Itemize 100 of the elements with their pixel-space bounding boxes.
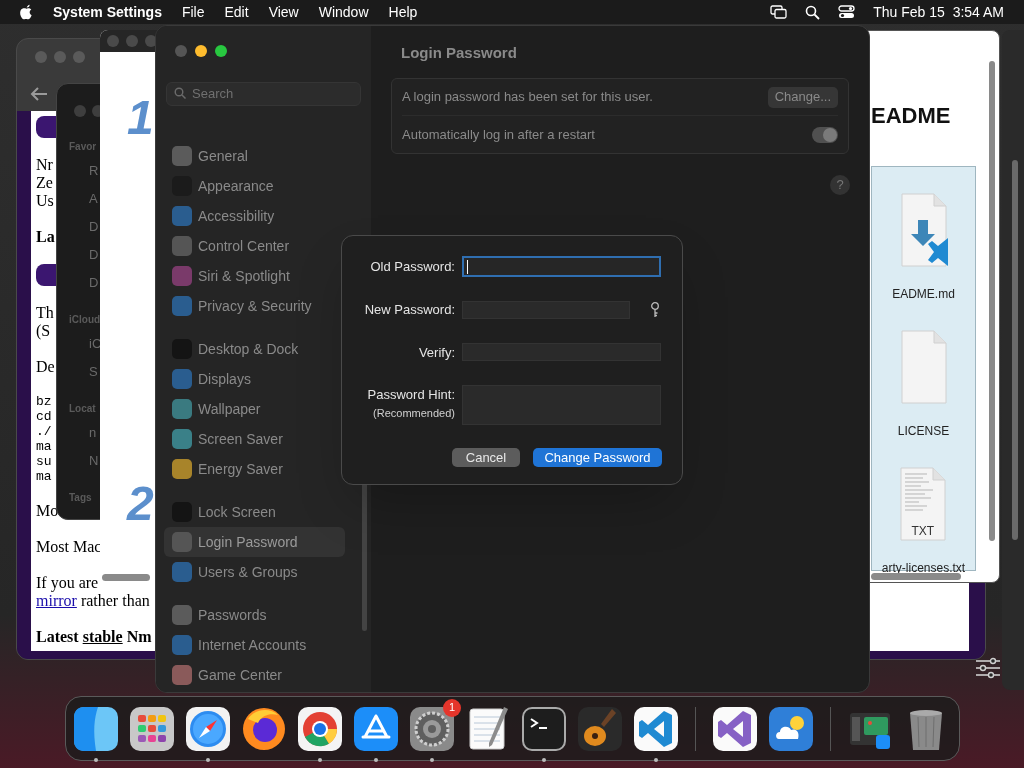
- code-line: ./: [36, 424, 52, 439]
- file-type-label: TXT: [911, 523, 935, 540]
- body-text: De: [36, 358, 55, 376]
- heading-text: La: [36, 228, 55, 246]
- page-title: Login Password: [401, 43, 517, 63]
- body-text: Mo: [36, 502, 59, 520]
- menu-item[interactable]: File: [181, 1, 205, 23]
- split-tile-icon[interactable]: [72, 704, 120, 753]
- sidebar-item[interactable]: D: [89, 269, 99, 297]
- sidebar-item[interactable]: Privacy & Security: [164, 291, 345, 321]
- text-caret: [467, 259, 468, 274]
- body-text: Us: [36, 192, 54, 210]
- menu-item[interactable]: Window: [318, 1, 369, 23]
- change-button[interactable]: Change...: [767, 86, 838, 108]
- sidebar-item[interactable]: Game Center: [164, 660, 345, 690]
- apple-icon[interactable]: [19, 4, 33, 20]
- cancel-button[interactable]: Cancel: [452, 448, 520, 467]
- body-text: Nr: [36, 156, 53, 174]
- sidebar-item[interactable]: Passwords: [164, 600, 345, 630]
- section-header: Tags: [69, 491, 92, 505]
- scrollbar[interactable]: [989, 61, 995, 541]
- compass-icon[interactable]: [184, 704, 232, 753]
- file-name[interactable]: EADME.md: [892, 287, 955, 301]
- sidebar-item[interactable]: D: [89, 241, 99, 269]
- back-arrow-icon[interactable]: [30, 86, 48, 102]
- code-icon[interactable]: [711, 704, 759, 753]
- field-sublabel: (Recommended): [373, 405, 455, 421]
- sidebar-item[interactable]: iC: [89, 330, 102, 358]
- code-line: su: [36, 454, 52, 469]
- code-line: bz: [36, 394, 52, 409]
- step-number: 1: [127, 92, 154, 144]
- sidebar-item[interactable]: Control Center: [164, 231, 345, 261]
- code-line: ma: [36, 469, 52, 484]
- window-control-button[interactable]: [215, 45, 227, 57]
- sidebar-item[interactable]: Energy Saver: [164, 454, 345, 484]
- heading-text: Latest stable Nm: [36, 628, 152, 646]
- app-menu[interactable]: System Settings: [53, 1, 162, 23]
- field-label: New Password:: [364, 301, 455, 319]
- text-link[interactable]: stable: [82, 628, 123, 645]
- sidebar-item[interactable]: Users & Groups: [164, 557, 345, 587]
- file-name[interactable]: arty-licenses.txt: [881, 561, 966, 575]
- a-shape-icon[interactable]: [352, 704, 400, 753]
- field-label: Verify:: [418, 343, 455, 362]
- section-header: iCloud: [69, 313, 101, 327]
- sidebar-item[interactable]: n: [89, 419, 97, 447]
- file-name[interactable]: LICENSE: [897, 424, 950, 438]
- password-field[interactable]: [462, 256, 661, 277]
- code-icon[interactable]: [632, 704, 680, 753]
- key-icon[interactable]: [650, 301, 660, 318]
- sidebar-item[interactable]: R: [89, 157, 99, 185]
- sidebar-item[interactable]: Internet Accounts: [164, 630, 345, 660]
- menu-item[interactable]: Edit: [224, 1, 249, 23]
- sidebar-item[interactable]: D: [89, 213, 99, 241]
- sidebar-item[interactable]: Login Password: [164, 527, 345, 557]
- body-text: mirror rather than: [36, 592, 150, 610]
- toggle-switch[interactable]: [812, 126, 838, 143]
- body-text: (S: [36, 322, 51, 340]
- control-center-icon[interactable]: [838, 5, 856, 19]
- grid-icon[interactable]: [128, 704, 176, 753]
- help-button[interactable]: ?: [830, 175, 850, 195]
- scrollbar[interactable]: [1012, 160, 1018, 540]
- step-number: 2: [127, 478, 154, 530]
- sidebar-item[interactable]: Screen Saver: [164, 424, 345, 454]
- scrollbar[interactable]: [102, 574, 150, 581]
- sidebar-item[interactable]: S: [89, 358, 98, 386]
- sidebar-item[interactable]: Accessibility: [164, 201, 345, 231]
- sidebar-item[interactable]: Wallpaper: [164, 394, 345, 424]
- window-control-button[interactable]: [195, 45, 207, 57]
- field-label: Old Password:: [370, 257, 455, 276]
- sidebar-item[interactable]: Desktop & Dock: [164, 334, 345, 364]
- row-label: Automatically log in after a restart: [402, 125, 595, 144]
- menu-item[interactable]: View: [268, 1, 299, 23]
- field-label: Password Hint:: [367, 386, 455, 404]
- gear-icon[interactable]: [408, 704, 456, 753]
- terminal-icon[interactable]: [520, 704, 568, 753]
- sidebar-item[interactable]: A: [89, 185, 98, 213]
- scrollbar[interactable]: [871, 573, 961, 580]
- sidebar-item[interactable]: Displays: [164, 364, 345, 394]
- sidebar-item[interactable]: Lock Screen: [164, 497, 345, 527]
- sidebar-item[interactable]: Siri & Spotlight: [164, 261, 345, 291]
- guitar-icon[interactable]: [576, 704, 624, 753]
- sliders-icon[interactable]: [975, 657, 1001, 679]
- row-label: A login password has been set for this user.: [402, 88, 653, 107]
- search-field[interactable]: Search: [166, 81, 361, 106]
- sidebar-item[interactable]: General: [164, 141, 345, 171]
- heading-text: EADME: [871, 103, 951, 129]
- cloud-icon[interactable]: [767, 704, 815, 753]
- search-icon[interactable]: [805, 4, 821, 20]
- sidebar-item[interactable]: Appearance: [164, 171, 345, 201]
- sidebar-item[interactable]: N: [89, 447, 99, 475]
- clock-text[interactable]: Thu Feb 15 3:54 AM: [873, 1, 1004, 23]
- body-text: Most Mac: [36, 538, 102, 556]
- text-link[interactable]: mirror: [36, 592, 77, 609]
- ring-icon[interactable]: [296, 704, 344, 753]
- notification-badge: 1: [443, 698, 461, 717]
- menu-item[interactable]: Help: [388, 1, 418, 23]
- code-line: ma: [36, 439, 52, 454]
- change-password-button[interactable]: Change Password: [533, 448, 662, 467]
- screen-mirroring-icon[interactable]: [770, 5, 788, 19]
- section-header: Favor: [69, 140, 97, 154]
